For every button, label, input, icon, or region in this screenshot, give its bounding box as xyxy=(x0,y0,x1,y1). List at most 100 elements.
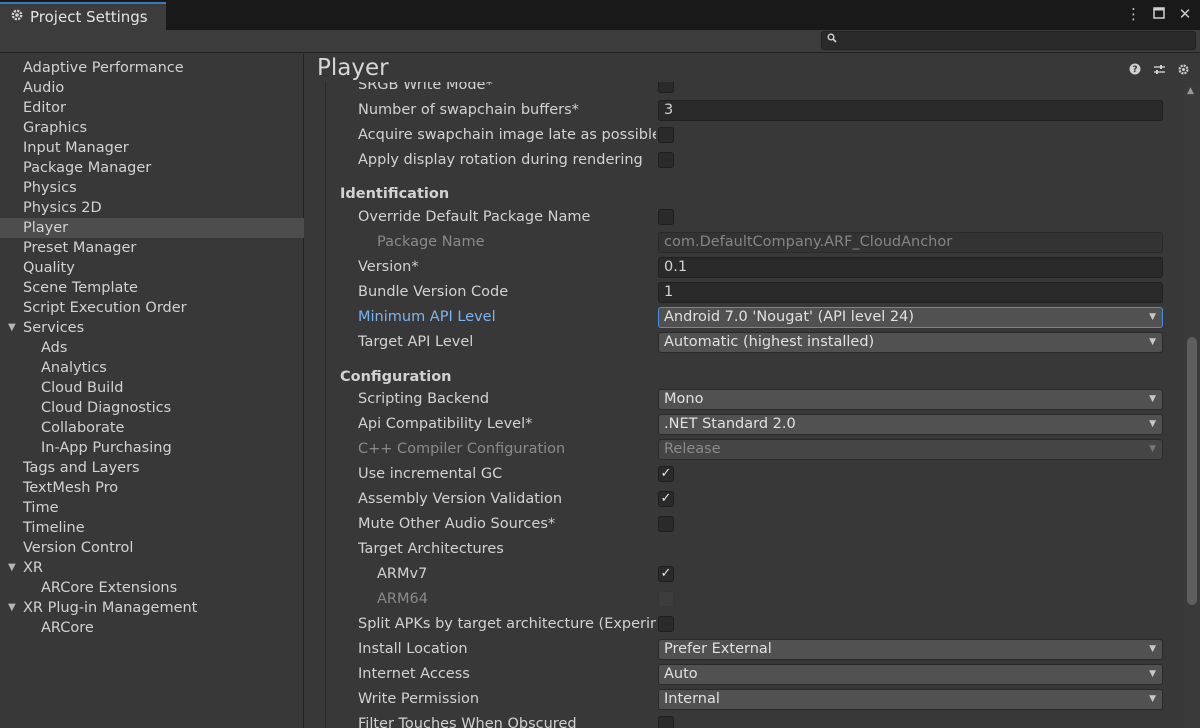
sidebar-item-label: XR xyxy=(23,560,44,576)
setting-row-write-permission: Write Permission Internal ▼ xyxy=(326,688,1170,710)
sidebar-item-label: Editor xyxy=(23,100,66,116)
svg-text:?: ? xyxy=(1132,65,1137,75)
install-location-dropdown[interactable]: Prefer External ▼ xyxy=(658,639,1163,660)
sidebar-item-analytics[interactable]: Analytics xyxy=(0,358,304,378)
write-permission-dropdown[interactable]: Internal ▼ xyxy=(658,689,1163,710)
override-default-package-name-checkbox[interactable] xyxy=(658,209,674,225)
sidebar-item-scene-template[interactable]: Scene Template xyxy=(0,278,304,298)
setting-label: Filter Touches When Obscured xyxy=(358,716,577,728)
setting-row-version: Version* 0.1 xyxy=(326,256,1170,278)
sidebar-item-timeline[interactable]: Timeline xyxy=(0,518,304,538)
presets-icon[interactable] xyxy=(1152,63,1166,80)
sidebar-item-collaborate[interactable]: Collaborate xyxy=(0,418,304,438)
sidebar-item-preset-manager[interactable]: Preset Manager xyxy=(0,238,304,258)
sidebar-item-audio[interactable]: Audio xyxy=(0,78,304,98)
srgb-write-mode-checkbox[interactable] xyxy=(658,82,674,93)
sidebar-item-arcore[interactable]: ARCore xyxy=(0,618,304,638)
chevron-down-icon: ▼ xyxy=(1149,337,1156,347)
api-compatibility-level-dropdown[interactable]: .NET Standard 2.0 ▼ xyxy=(658,414,1163,435)
search-input[interactable] xyxy=(821,31,1196,50)
chevron-down-icon: ▼ xyxy=(1149,669,1156,679)
sidebar-item-label: Timeline xyxy=(23,520,85,536)
project-settings-tab[interactable]: Project Settings xyxy=(0,2,166,30)
sidebar-item-cloud-build[interactable]: Cloud Build xyxy=(0,378,304,398)
number-of-swapchain-buffers-field[interactable]: 3 xyxy=(658,100,1163,121)
sidebar-item-player[interactable]: Player xyxy=(0,218,304,238)
sidebar-item-label: In-App Purchasing xyxy=(41,440,172,456)
setting-row-acquire-swapchain-image-late-as-possible: Acquire swapchain image late as possible xyxy=(326,124,1170,146)
armv7-checkbox[interactable]: ✓ xyxy=(658,566,674,582)
internet-access-dropdown[interactable]: Auto ▼ xyxy=(658,664,1163,685)
setting-row-c-compiler-configuration: C++ Compiler Configuration Release ▼ xyxy=(326,438,1170,460)
sidebar-item-script-execution-order[interactable]: Script Execution Order xyxy=(0,298,304,318)
setting-label: Mute Other Audio Sources* xyxy=(358,516,556,532)
dropdown-value: Auto xyxy=(664,666,698,682)
sidebar-item-label: Analytics xyxy=(41,360,107,376)
target-api-level-dropdown[interactable]: Automatic (highest installed) ▼ xyxy=(658,332,1163,353)
setting-label: Write Permission xyxy=(358,691,480,707)
sidebar-item-physics[interactable]: Physics xyxy=(0,178,304,198)
mute-other-audio-sources-checkbox[interactable] xyxy=(658,516,674,532)
sidebar-item-textmesh-pro[interactable]: TextMesh Pro xyxy=(0,478,304,498)
sidebar-item-cloud-diagnostics[interactable]: Cloud Diagnostics xyxy=(0,398,304,418)
sidebar-item-ads[interactable]: Ads xyxy=(0,338,304,358)
sidebar-item-input-manager[interactable]: Input Manager xyxy=(0,138,304,158)
setting-row-minimum-api-level: Minimum API Level Android 7.0 'Nougat' (A… xyxy=(326,306,1170,328)
settings-icon[interactable] xyxy=(1176,63,1190,80)
setting-row-override-default-package-name: Override Default Package Name xyxy=(326,206,1170,228)
chevron-down-icon: ▼ xyxy=(1149,419,1156,429)
expand-caret-icon[interactable]: ▼ xyxy=(8,598,16,618)
sidebar-item-label: Services xyxy=(23,320,85,336)
bundle-version-code-field[interactable]: 1 xyxy=(658,282,1163,303)
sidebar-item-editor[interactable]: Editor xyxy=(0,98,304,118)
setting-label: ARMv7 xyxy=(377,566,428,582)
setting-row-split-apks-by-target-architecture-experimental: Split APKs by target architecture (Exper… xyxy=(326,613,1170,635)
version-field[interactable]: 0.1 xyxy=(658,257,1163,278)
acquire-swapchain-image-late-as-possible-checkbox[interactable] xyxy=(658,127,674,143)
sidebar-item-graphics[interactable]: Graphics xyxy=(0,118,304,138)
settings-sidebar: Adaptive Performance Audio Editor Graphics I… xyxy=(0,54,304,728)
setting-label: Api Compatibility Level* xyxy=(358,416,533,432)
sidebar-item-time[interactable]: Time xyxy=(0,498,304,518)
sidebar-item-package-manager[interactable]: Package Manager xyxy=(0,158,304,178)
sidebar-item-services[interactable]: ▼ Services xyxy=(0,318,304,338)
sidebar-item-quality[interactable]: Quality xyxy=(0,258,304,278)
setting-label: Package Name xyxy=(377,234,485,250)
minimum-api-level-dropdown[interactable]: Android 7.0 'Nougat' (API level 24) ▼ xyxy=(658,307,1163,328)
sidebar-item-physics-2d[interactable]: Physics 2D xyxy=(0,198,304,218)
expand-caret-icon[interactable]: ▼ xyxy=(8,558,16,578)
setting-row-srgb-write-mode: SRGB Write Mode* xyxy=(326,82,1170,96)
checkmark-icon: ✓ xyxy=(660,566,672,581)
dropdown-value: Release xyxy=(664,441,721,457)
help-icon[interactable]: ? xyxy=(1128,63,1142,80)
sidebar-item-xr[interactable]: ▼ XR xyxy=(0,558,304,578)
sidebar-item-arcore-extensions[interactable]: ARCore Extensions xyxy=(0,578,304,598)
close-icon[interactable]: ✕ xyxy=(1178,4,1192,24)
sidebar-item-version-control[interactable]: Version Control xyxy=(0,538,304,558)
filter-touches-when-obscured-checkbox[interactable] xyxy=(658,716,674,728)
setting-label: Number of swapchain buffers* xyxy=(358,102,579,118)
kebab-menu-icon[interactable]: ⋮ xyxy=(1126,4,1141,24)
sidebar-item-adaptive-performance[interactable]: Adaptive Performance xyxy=(0,58,304,78)
maximize-icon[interactable] xyxy=(1152,4,1166,24)
section-header-identification: Identification xyxy=(340,186,450,202)
sidebar-item-xr-plug-in-management[interactable]: ▼ XR Plug-in Management xyxy=(0,598,304,618)
setting-label: Target Architectures xyxy=(358,541,504,557)
scrollbar-thumb[interactable] xyxy=(1187,337,1197,605)
split-apks-by-target-architecture-experimental-checkbox[interactable] xyxy=(658,616,674,632)
setting-label: Scripting Backend xyxy=(358,391,490,407)
sidebar-item-label: Adaptive Performance xyxy=(23,60,184,76)
apply-display-rotation-during-rendering-checkbox[interactable] xyxy=(658,152,674,168)
setting-label: Install Location xyxy=(358,641,468,657)
assembly-version-validation-checkbox[interactable]: ✓ xyxy=(658,491,674,507)
scripting-backend-dropdown[interactable]: Mono ▼ xyxy=(658,389,1163,410)
sidebar-item-label: Cloud Diagnostics xyxy=(41,400,172,416)
sidebar-item-label: Physics 2D xyxy=(23,200,102,216)
sidebar-item-tags-and-layers[interactable]: Tags and Layers xyxy=(0,458,304,478)
vertical-scrollbar[interactable]: ▲ xyxy=(1184,84,1200,728)
expand-caret-icon[interactable]: ▼ xyxy=(8,318,16,338)
sidebar-item-in-app-purchasing[interactable]: In-App Purchasing xyxy=(0,438,304,458)
scroll-up-icon[interactable]: ▲ xyxy=(1187,86,1194,96)
sidebar-item-label: Graphics xyxy=(23,120,88,136)
use-incremental-gc-checkbox[interactable]: ✓ xyxy=(658,466,674,482)
